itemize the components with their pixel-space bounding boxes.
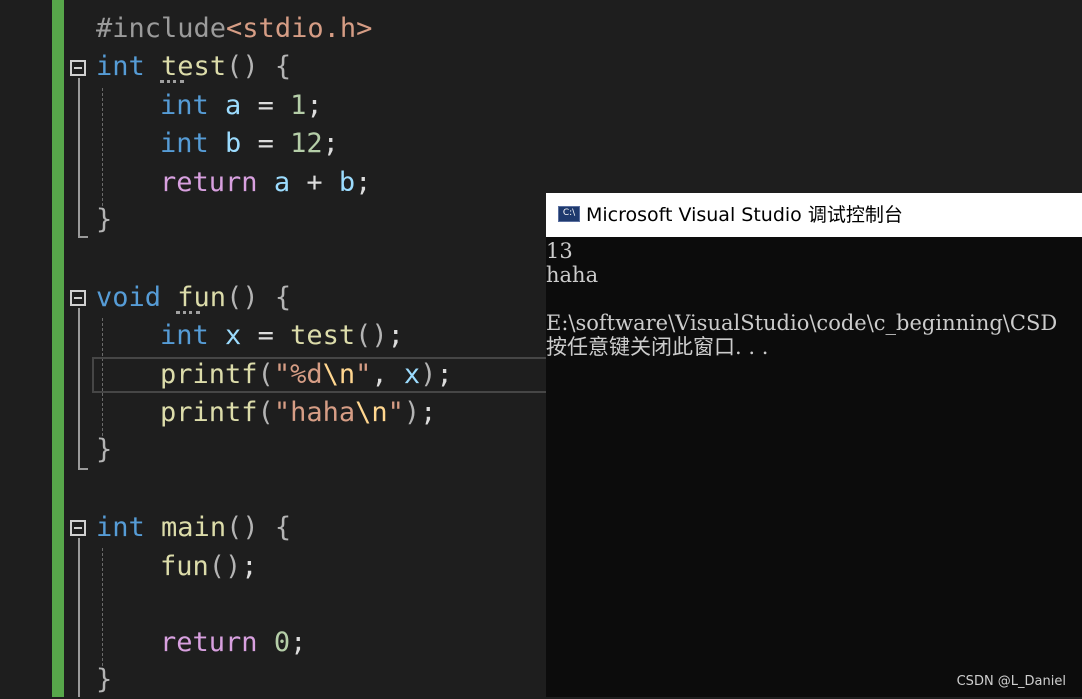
variable: b [225,128,242,159]
operator: + [306,167,323,198]
code-line-close-fun[interactable]: } [96,431,112,469]
watermark: CSDN @L_Daniel [956,674,1066,689]
string-quote: " [273,359,291,390]
console-output-prompt: 按任意键关闭此窗口. . . [546,335,769,359]
keyword-return: return [160,627,258,658]
debug-console-window[interactable]: C:\ Microsoft Visual Studio 调试控制台 13 hah… [546,193,1082,697]
function-call: printf [160,359,258,390]
console-app-icon: C:\ [558,206,580,222]
operator: = [257,90,274,121]
number: 1 [290,90,307,121]
variable: x [225,320,242,351]
code-line-printf-d[interactable]: printf("%d\n", x); [160,356,453,394]
fold-line-end [78,468,88,470]
console-output-line: haha [546,263,599,287]
brace: } [96,434,113,465]
code-line-int-a[interactable]: int a = 1; [160,87,323,125]
console-output-line: 13 [546,239,573,263]
brace: { [274,282,292,313]
semicolon: ; [436,359,453,390]
semicolon: ; [290,627,307,658]
string-quote: " [387,397,404,428]
code-line-int-x[interactable]: int x = test(); [160,317,404,355]
operator: = [257,128,274,159]
parens: () [226,51,259,82]
function-name: main [161,512,227,543]
function-call: printf [160,397,258,428]
parens: () [208,551,242,582]
paren: ( [257,359,274,390]
keyword: int [160,90,209,121]
escape-seq: \n [355,397,388,428]
console-output-path: E:\software\VisualStudio\code\c_beginnin… [546,311,1058,335]
indent-guide [102,548,103,666]
console-icon-label: C:\ [562,208,576,218]
change-tracking-bar [52,0,64,697]
semicolon: ; [355,167,372,198]
operator: = [257,320,274,351]
paren: ) [420,359,437,390]
string-quote: " [355,359,372,390]
keyword: int [96,512,145,543]
brace: { [274,512,292,543]
indent-guide [102,88,103,206]
format-spec: %d [290,359,323,390]
include-file: <stdio.h> [226,13,373,44]
brace: } [96,204,113,235]
semicolon: ; [306,90,323,121]
brace: } [96,664,113,695]
code-line-close-main[interactable]: } [96,661,112,699]
keyword: int [160,128,209,159]
variable: b [338,167,356,198]
semicolon: ; [241,551,258,582]
number: 12 [290,128,323,159]
code-line-int-b[interactable]: int b = 12; [160,125,339,163]
string-quote: " [273,397,291,428]
paren: ( [257,397,274,428]
preprocessor-directive: #include [96,13,227,44]
variable: a [225,90,242,121]
suggestion-dots [176,307,200,314]
brace: { [274,51,292,82]
fold-line [78,308,80,468]
keyword: void [96,282,162,313]
keyword-return: return [160,167,258,198]
code-line-return-0[interactable]: return 0; [160,624,306,662]
parens: () [355,320,388,351]
fold-line [78,538,80,697]
escape-seq: \n [322,359,356,390]
keyword: int [160,320,209,351]
function-call: fun [160,551,209,582]
code-line-test-signature[interactable]: int test() { [96,48,291,86]
function-call: test [290,320,356,351]
collapse-test-icon[interactable] [70,60,86,76]
keyword: int [96,51,145,82]
code-line-include[interactable]: #include<stdio.h> [96,10,372,48]
collapse-fun-icon[interactable] [70,290,86,306]
comma: , [371,359,388,390]
line-number-gutter [0,0,52,697]
variable: x [403,359,421,390]
console-title-bar[interactable]: C:\ Microsoft Visual Studio 调试控制台 [546,193,1082,237]
semicolon: ; [387,320,404,351]
parens: () [226,282,259,313]
code-line-printf-haha[interactable]: printf("haha\n"); [160,394,436,432]
string-literal: haha [290,397,356,428]
paren: ) [403,397,421,428]
parens: () [226,512,259,543]
semicolon: ; [322,128,339,159]
collapse-main-icon[interactable] [70,520,86,536]
semicolon: ; [420,397,437,428]
code-line-return-sum[interactable]: return a + b; [160,164,371,202]
console-title: Microsoft Visual Studio 调试控制台 [586,204,903,226]
code-line-main-signature[interactable]: int main() { [96,509,291,547]
fold-line [78,78,80,236]
suggestion-dots [160,76,184,83]
variable: a [273,167,291,198]
code-line-close-test[interactable]: } [96,201,112,239]
number: 0 [273,627,291,658]
fold-line-end [78,236,88,238]
code-line-call-fun[interactable]: fun(); [160,548,258,586]
